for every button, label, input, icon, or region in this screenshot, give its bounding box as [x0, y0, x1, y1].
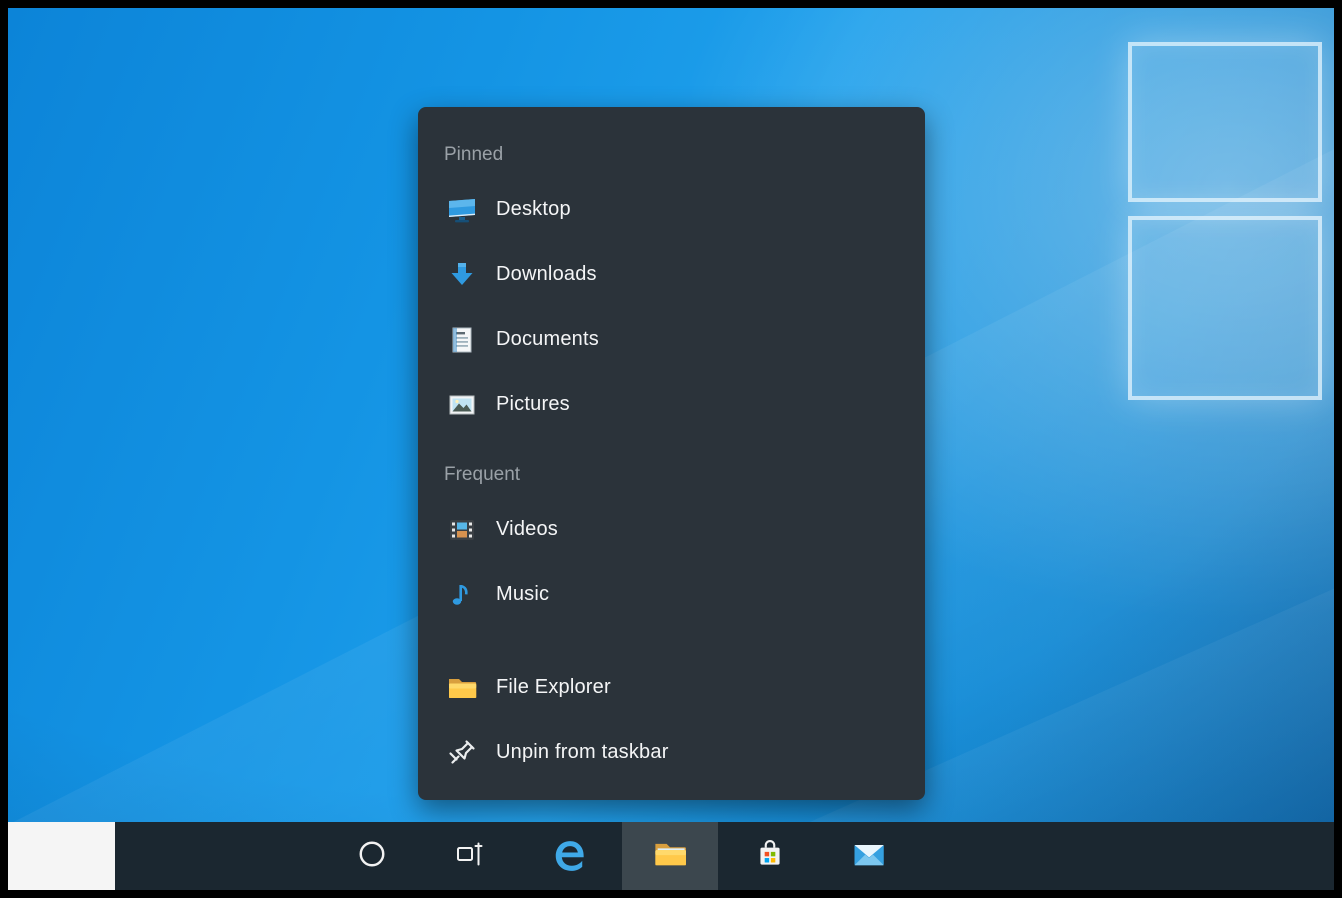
jumplist-section-pinned: Pinned [418, 133, 925, 177]
file-explorer-icon [652, 836, 688, 877]
windows-logo-pane-top [1128, 42, 1322, 202]
jumplist-item-music[interactable]: Music [418, 562, 925, 627]
jumplist-item-downloads[interactable]: Downloads [418, 242, 925, 307]
jumplist-item-file-explorer[interactable]: File Explorer [418, 655, 925, 720]
jumplist-item-desktop[interactable]: Desktop [418, 177, 925, 242]
music-note-icon [446, 579, 478, 611]
mail-icon [850, 836, 886, 877]
jumplist-item-videos[interactable]: Videos [418, 497, 925, 562]
cortana-button[interactable] [341, 822, 403, 890]
taskbar [8, 822, 1334, 890]
video-icon [446, 514, 478, 546]
cortana-circle-icon [357, 839, 387, 874]
jumplist-item-unpin[interactable]: Unpin from taskbar [418, 720, 925, 785]
screenshot-frame: Pinned Desktop [0, 0, 1342, 898]
taskbar-search-box[interactable] [8, 822, 115, 890]
file-explorer-folder-icon [446, 672, 478, 704]
desktop-icon [446, 194, 478, 226]
microsoft-store-icon [753, 837, 787, 876]
windows-logo-pane-bottom [1128, 216, 1322, 400]
store-button[interactable] [739, 822, 801, 890]
jumplist-item-documents[interactable]: Documents [418, 307, 925, 372]
jumplist-item-label: Music [496, 583, 549, 606]
jumplist-item-label: Desktop [496, 198, 571, 221]
file-explorer-button[interactable] [622, 822, 718, 890]
unpin-icon [446, 737, 478, 769]
jumplist-item-label: Documents [496, 328, 599, 351]
task-view-button[interactable] [439, 822, 501, 890]
jumplist-item-label: Downloads [496, 263, 597, 286]
document-icon [446, 324, 478, 356]
download-arrow-icon [446, 259, 478, 291]
jumplist-section-frequent: Frequent [418, 453, 925, 497]
desktop-wallpaper: Pinned Desktop [8, 8, 1334, 822]
task-view-icon [454, 838, 486, 875]
jumplist-item-pictures[interactable]: Pictures [418, 372, 925, 437]
jumplist-item-label: Unpin from taskbar [496, 741, 669, 764]
edge-icon [551, 837, 589, 875]
picture-icon [446, 389, 478, 421]
jumplist-item-label: Pictures [496, 393, 570, 416]
jumplist-item-label: File Explorer [496, 676, 611, 699]
jumplist-item-label: Videos [496, 518, 558, 541]
mail-button[interactable] [837, 822, 899, 890]
jumplist-separator-gap [418, 627, 925, 655]
edge-button[interactable] [539, 822, 601, 890]
file-explorer-jumplist: Pinned Desktop [418, 107, 925, 800]
